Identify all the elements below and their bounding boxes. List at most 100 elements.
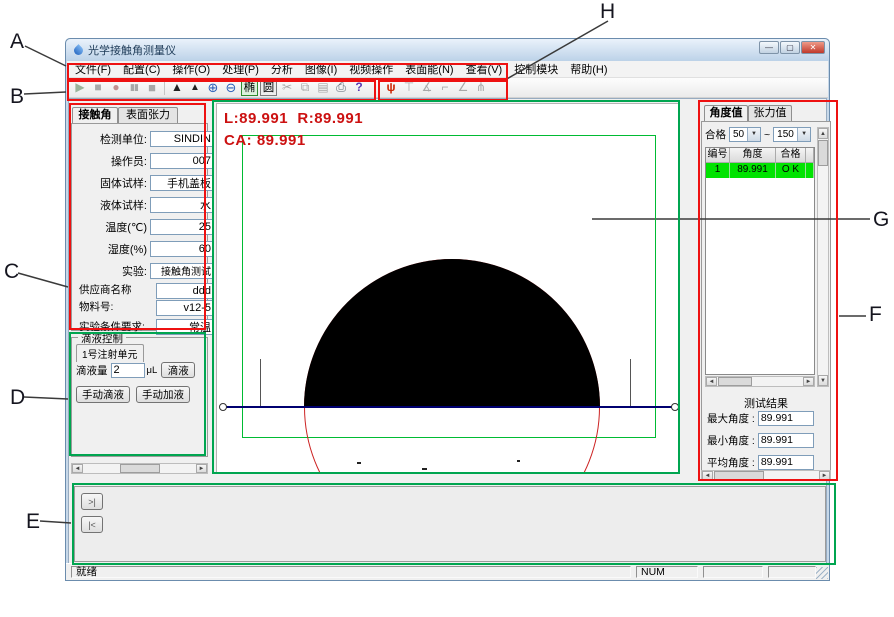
field-row: 固体试样:: [79, 172, 214, 193]
menu-process[interactable]: 处理(P): [216, 60, 265, 78]
avg-angle-label: 平均角度 :: [707, 455, 755, 470]
scroll-thumb[interactable]: [718, 377, 752, 386]
tilt-stage-icon-1[interactable]: ⊤: [400, 79, 418, 96]
menu-view[interactable]: 查看(V): [460, 60, 509, 78]
cut-icon[interactable]: ✂: [278, 79, 296, 96]
frame-icon[interactable]: ■: [143, 79, 161, 96]
scroll-down-icon[interactable]: ▼: [818, 375, 828, 386]
tab-surface-tension[interactable]: 表面张力: [118, 107, 178, 123]
drop-volume-input[interactable]: [111, 363, 145, 378]
manual-add-button[interactable]: 手动加液: [136, 386, 190, 403]
min-angle-combo[interactable]: 50▼: [729, 127, 761, 142]
scroll-left-icon[interactable]: ◄: [706, 377, 717, 386]
field-label: 实验:: [79, 263, 150, 279]
tab-contact-angle[interactable]: 接触角: [72, 107, 118, 123]
col-header-extra: [806, 148, 814, 163]
col-header-id[interactable]: 编号: [706, 148, 730, 163]
scroll-thumb[interactable]: [714, 471, 764, 480]
dose-pump-icon[interactable]: ψ: [382, 79, 400, 96]
table-header-row: 编号 角度 合格: [706, 148, 814, 163]
scroll-left-icon[interactable]: ◄: [72, 464, 83, 473]
scroll-thumb[interactable]: [818, 140, 828, 166]
menu-analyze[interactable]: 分析: [265, 60, 299, 78]
col-header-angle[interactable]: 角度: [730, 148, 776, 163]
record-icon[interactable]: ●: [107, 79, 125, 96]
zoom-in-icon[interactable]: ⊕: [204, 79, 222, 96]
experiment-field[interactable]: [150, 263, 214, 279]
zoom-out-icon[interactable]: ⊖: [222, 79, 240, 96]
operator-field[interactable]: [150, 153, 214, 169]
baseline[interactable]: [223, 406, 675, 408]
resize-grip[interactable]: [816, 567, 828, 579]
tab-angle-values[interactable]: 角度值: [704, 105, 748, 121]
menu-surface-energy[interactable]: 表面能(N): [399, 60, 459, 78]
temperature-field[interactable]: [150, 219, 214, 235]
menu-config[interactable]: 配置(C): [117, 60, 166, 78]
copy-icon[interactable]: ⧉: [296, 79, 314, 96]
menu-file[interactable]: 文件(F): [69, 60, 117, 78]
field-row: 操作员:: [79, 150, 214, 171]
chevron-down-icon[interactable]: ▼: [797, 128, 810, 141]
maximize-button[interactable]: ▢: [780, 41, 800, 54]
field-label: 操作员:: [79, 153, 150, 169]
table-row[interactable]: 1 89.991 O K: [706, 163, 814, 178]
tilt-stage-icon-2[interactable]: ∡: [418, 79, 436, 96]
manual-drop-button[interactable]: 手动滴液: [76, 386, 130, 403]
scroll-left-icon[interactable]: ◄: [702, 471, 713, 480]
menu-image[interactable]: 图像(I): [299, 60, 343, 78]
help-icon[interactable]: ?: [350, 79, 368, 96]
condition-field[interactable]: [156, 319, 214, 335]
table-hscrollbar[interactable]: ◄ ►: [705, 376, 815, 387]
supplier-field[interactable]: [156, 283, 214, 299]
qualified-filter-row: 合格 50▼ ~ 150▼: [705, 127, 811, 142]
baseline-handle-right[interactable]: [671, 403, 679, 411]
menu-help[interactable]: 帮助(H): [564, 60, 613, 78]
material-no-field[interactable]: [156, 300, 214, 316]
app-droplet-icon: [72, 44, 85, 57]
fit-ellipse-button[interactable]: 椭: [241, 79, 258, 96]
capture-up-icon[interactable]: ▲: [168, 79, 186, 96]
tilt-stage-icon-4[interactable]: ∠: [454, 79, 472, 96]
scroll-right-icon[interactable]: ►: [819, 471, 830, 480]
humidity-field[interactable]: [150, 241, 214, 257]
tilt-stage-icon-3[interactable]: ⌐: [436, 79, 454, 96]
capture-down-icon[interactable]: ▲: [186, 79, 204, 96]
panel-vscrollbar[interactable]: ▲ ▼: [817, 127, 829, 387]
fit-circle-button[interactable]: 圆: [260, 79, 277, 96]
paste-icon[interactable]: ▤: [314, 79, 332, 96]
tilt-stage-icon-5[interactable]: ⋔: [472, 79, 490, 96]
solid-sample-field[interactable]: [150, 175, 214, 191]
detect-unit-field[interactable]: [150, 131, 214, 147]
left-hscrollbar[interactable]: ◄ ►: [71, 463, 208, 474]
field-label: 供应商名称: [79, 285, 156, 296]
scroll-right-icon[interactable]: ►: [196, 464, 207, 473]
injection-unit-tab[interactable]: 1号注射单元: [76, 344, 144, 362]
close-button[interactable]: ✕: [801, 41, 825, 54]
scroll-thumb[interactable]: [120, 464, 160, 473]
scroll-up-icon[interactable]: ▲: [818, 128, 828, 139]
play-icon[interactable]: ▶: [71, 79, 89, 96]
col-header-qualified[interactable]: 合格: [776, 148, 806, 163]
minimize-button[interactable]: —: [759, 41, 779, 54]
tab-tension-values[interactable]: 张力值: [748, 105, 792, 121]
menu-operate[interactable]: 操作(O): [166, 60, 216, 78]
pause-icon[interactable]: ▮▮: [125, 79, 143, 96]
chevron-down-icon[interactable]: ▼: [747, 128, 760, 141]
title-bar[interactable]: 光学接触角测量仪 — ▢ ✕: [66, 39, 829, 61]
status-num-pane: NUM: [636, 566, 698, 578]
liquid-sample-field[interactable]: [150, 197, 214, 213]
go-to-end-button[interactable]: >|: [81, 493, 103, 510]
baseline-handle-left[interactable]: [219, 403, 227, 411]
menu-control-module[interactable]: 控制模块: [508, 60, 564, 78]
drop-volume-label: 滴液量: [76, 363, 108, 378]
scroll-right-icon[interactable]: ►: [803, 377, 814, 386]
go-to-start-button[interactable]: |<: [81, 516, 103, 533]
max-angle-combo[interactable]: 150▼: [773, 127, 811, 142]
field-row: 实验:: [79, 260, 214, 281]
stop-icon[interactable]: ■: [89, 79, 107, 96]
menu-video[interactable]: 视频操作: [343, 60, 399, 78]
panel-hscrollbar[interactable]: ◄ ►: [701, 470, 831, 481]
bottom-log-panel: >| |<: [74, 486, 826, 562]
drop-button[interactable]: 滴液: [161, 362, 195, 378]
print-icon[interactable]: ⎙: [332, 79, 350, 96]
